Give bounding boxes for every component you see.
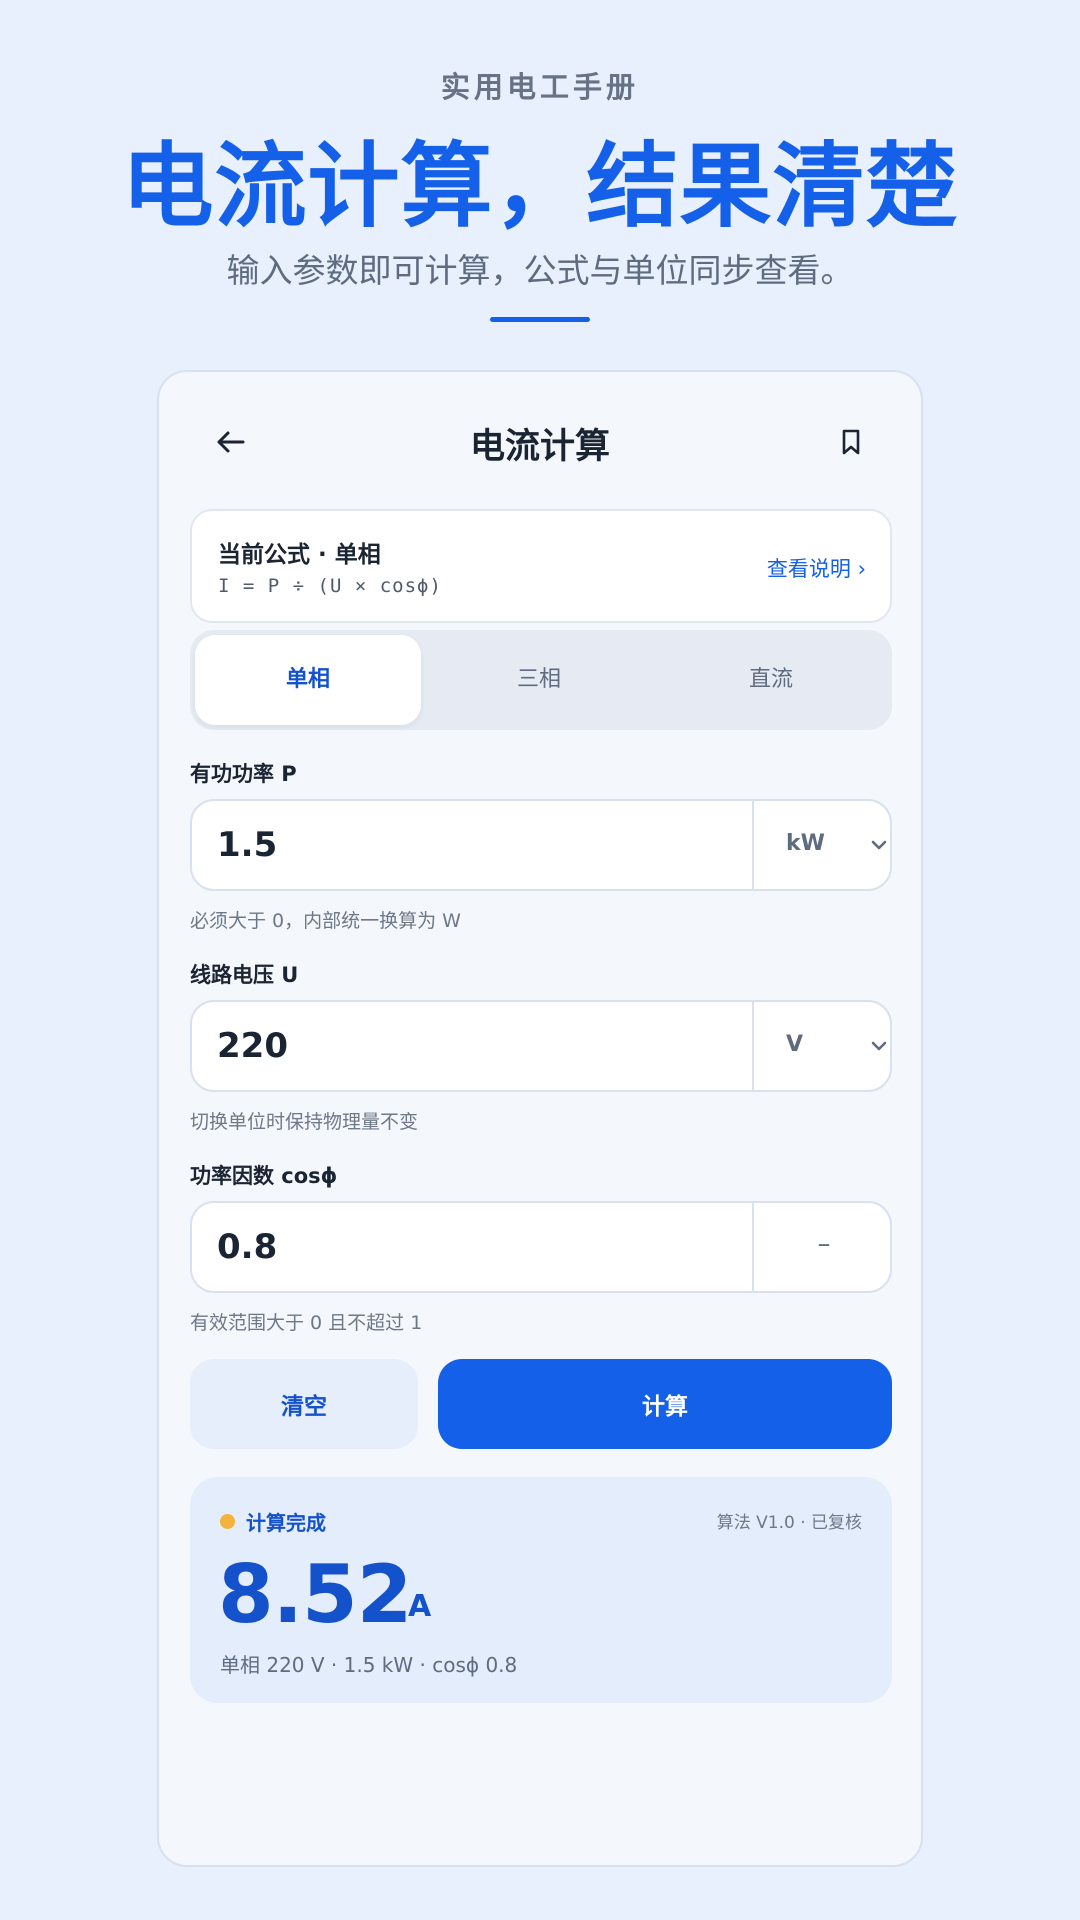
status-dot bbox=[220, 1514, 235, 1529]
voltage-unit-select[interactable]: V bbox=[752, 1002, 890, 1090]
power-label: 有功功率 P bbox=[190, 762, 297, 786]
formula-title: 当前公式 · 单相 bbox=[218, 542, 381, 568]
voltage-field: V bbox=[190, 1000, 892, 1092]
voltage-hint: 切换单位时保持物理量不变 bbox=[190, 1111, 419, 1133]
calculate-button[interactable]: 计算 bbox=[438, 1359, 892, 1449]
eyebrow-text: 实用电工手册 bbox=[440, 70, 639, 104]
page-title: 电流计算 bbox=[469, 427, 610, 467]
tab-dc[interactable]: 直流 bbox=[658, 635, 884, 725]
result-summary: 单相 220 V · 1.5 kW · cosϕ 0.8 bbox=[220, 1653, 518, 1677]
hero-divider bbox=[490, 317, 590, 322]
status-badge: 计算完成 bbox=[246, 1511, 326, 1535]
voltage-label: 线路电压 U bbox=[190, 963, 299, 987]
power-unit-value: kW bbox=[786, 831, 825, 856]
result-unit: A bbox=[408, 1589, 432, 1624]
clear-button[interactable]: 清空 bbox=[190, 1359, 418, 1449]
power-factor-field: – bbox=[190, 1201, 892, 1293]
formula-card: 当前公式 · 单相 I = P ÷ (U × cosϕ) 查看说明 › bbox=[190, 509, 892, 623]
power-factor-input[interactable] bbox=[192, 1203, 752, 1291]
bookmark-button[interactable] bbox=[831, 422, 871, 462]
chevron-down-icon bbox=[871, 1041, 887, 1051]
view-explanation-link[interactable]: 查看说明 › bbox=[767, 553, 866, 583]
mode-selector: 单相 三相 直流 bbox=[190, 630, 892, 730]
tab-single-phase[interactable]: 单相 bbox=[195, 635, 421, 725]
bookmark-icon bbox=[842, 429, 860, 455]
power-factor-unit-value: – bbox=[817, 1229, 831, 1259]
voltage-input[interactable] bbox=[192, 1002, 752, 1090]
power-factor-label: 功率因数 cosϕ bbox=[190, 1164, 338, 1188]
app-screen: 电流计算 当前公式 · 单相 I = P ÷ (U × cosϕ) 查看说明 ›… bbox=[157, 370, 923, 1867]
headline: 电流计算，结果清楚 bbox=[121, 133, 959, 240]
voltage-unit-value: V bbox=[786, 1032, 804, 1057]
chevron-down-icon bbox=[871, 840, 887, 850]
power-field: kW bbox=[190, 799, 892, 891]
subline: 输入参数即可计算，公式与单位同步查看。 bbox=[226, 251, 854, 290]
power-input[interactable] bbox=[192, 801, 752, 889]
result-value: 8.52 bbox=[218, 1548, 412, 1641]
power-unit-select[interactable]: kW bbox=[752, 801, 890, 889]
power-factor-hint: 有效范围大于 0 且不超过 1 bbox=[190, 1312, 423, 1334]
algorithm-version: 算法 V1.0 · 已复核 bbox=[716, 1513, 862, 1533]
formula-expression: I = P ÷ (U × cosϕ) bbox=[218, 575, 442, 597]
tab-three-phase[interactable]: 三相 bbox=[426, 635, 652, 725]
top-bar: 电流计算 bbox=[159, 372, 921, 512]
result-card: 计算完成 算法 V1.0 · 已复核 8.52 A 单相 220 V · 1.5… bbox=[190, 1477, 892, 1703]
power-factor-unit: – bbox=[752, 1203, 890, 1291]
power-hint: 必须大于 0，内部统一换算为 W bbox=[190, 910, 461, 932]
